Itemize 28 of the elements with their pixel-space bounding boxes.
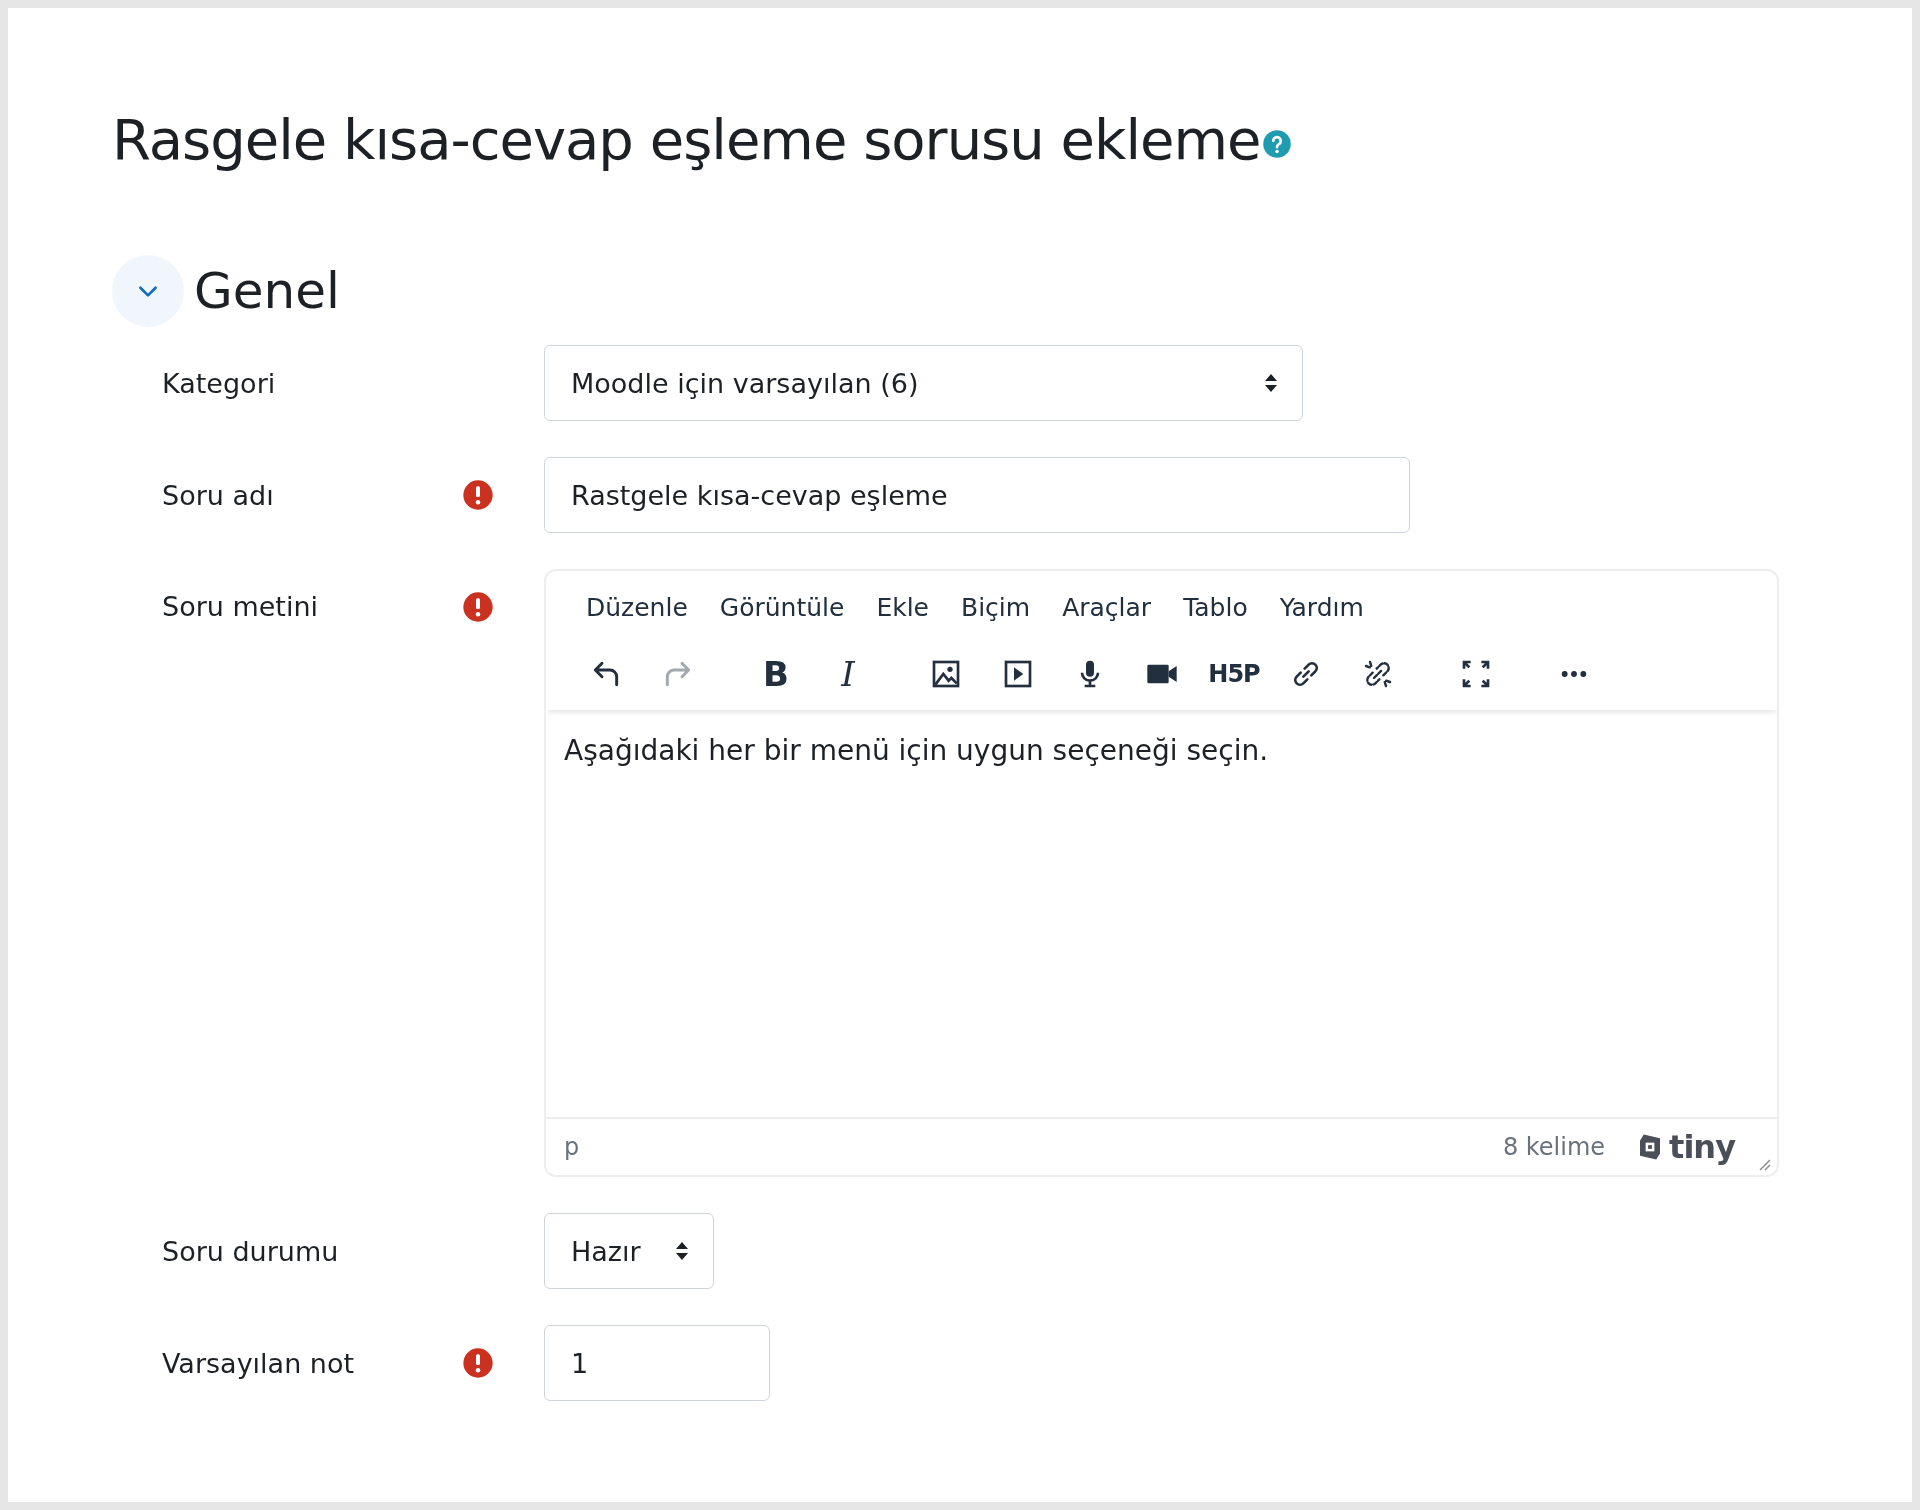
- section-title: Genel: [194, 262, 340, 321]
- input-field[interactable]: 1: [544, 1325, 770, 1402]
- menu-item[interactable]: Araçlar: [1046, 589, 1168, 627]
- menu-item[interactable]: Görüntüle: [703, 589, 861, 627]
- input-field[interactable]: Rastgele kısa-cevap eşleme: [544, 457, 1410, 534]
- select-field[interactable]: Hazır: [544, 1213, 714, 1290]
- menu-item[interactable]: Tablo: [1167, 589, 1264, 627]
- editor-text: Aşağıdaki her bir menü için uygun seçeneği seçin.: [563, 733, 1270, 770]
- select-field[interactable]: Moodle için varsayılan (6): [544, 345, 1303, 422]
- italic-button[interactable]: I: [812, 646, 884, 703]
- menu-item[interactable]: Biçim: [945, 589, 1047, 627]
- field-label: Soru adı: [162, 479, 274, 511]
- menu-item[interactable]: Düzenle: [570, 589, 704, 627]
- field-label: Soru durumu: [162, 1235, 339, 1267]
- bold-button[interactable]: B: [740, 646, 812, 703]
- field-label: Varsayılan not: [162, 1347, 355, 1379]
- page-title: Rasgele kısa-cevap eşleme sorusu ekleme: [112, 106, 1261, 174]
- menu-item[interactable]: Yardım: [1263, 589, 1380, 627]
- help-icon[interactable]: [1262, 129, 1293, 160]
- sort-caret-icon: [1264, 373, 1278, 394]
- brand-name: tiny: [1669, 1128, 1735, 1167]
- sort-caret-icon: [675, 1241, 689, 1262]
- h5p-button[interactable]: H5P: [1198, 646, 1270, 703]
- menu-item[interactable]: Ekle: [860, 589, 945, 627]
- field-label: Kategori: [162, 367, 276, 399]
- word-count[interactable]: 8 kelime: [1502, 1133, 1606, 1162]
- field-label: Soru metini: [162, 591, 319, 623]
- element-path[interactable]: p: [564, 1133, 580, 1162]
